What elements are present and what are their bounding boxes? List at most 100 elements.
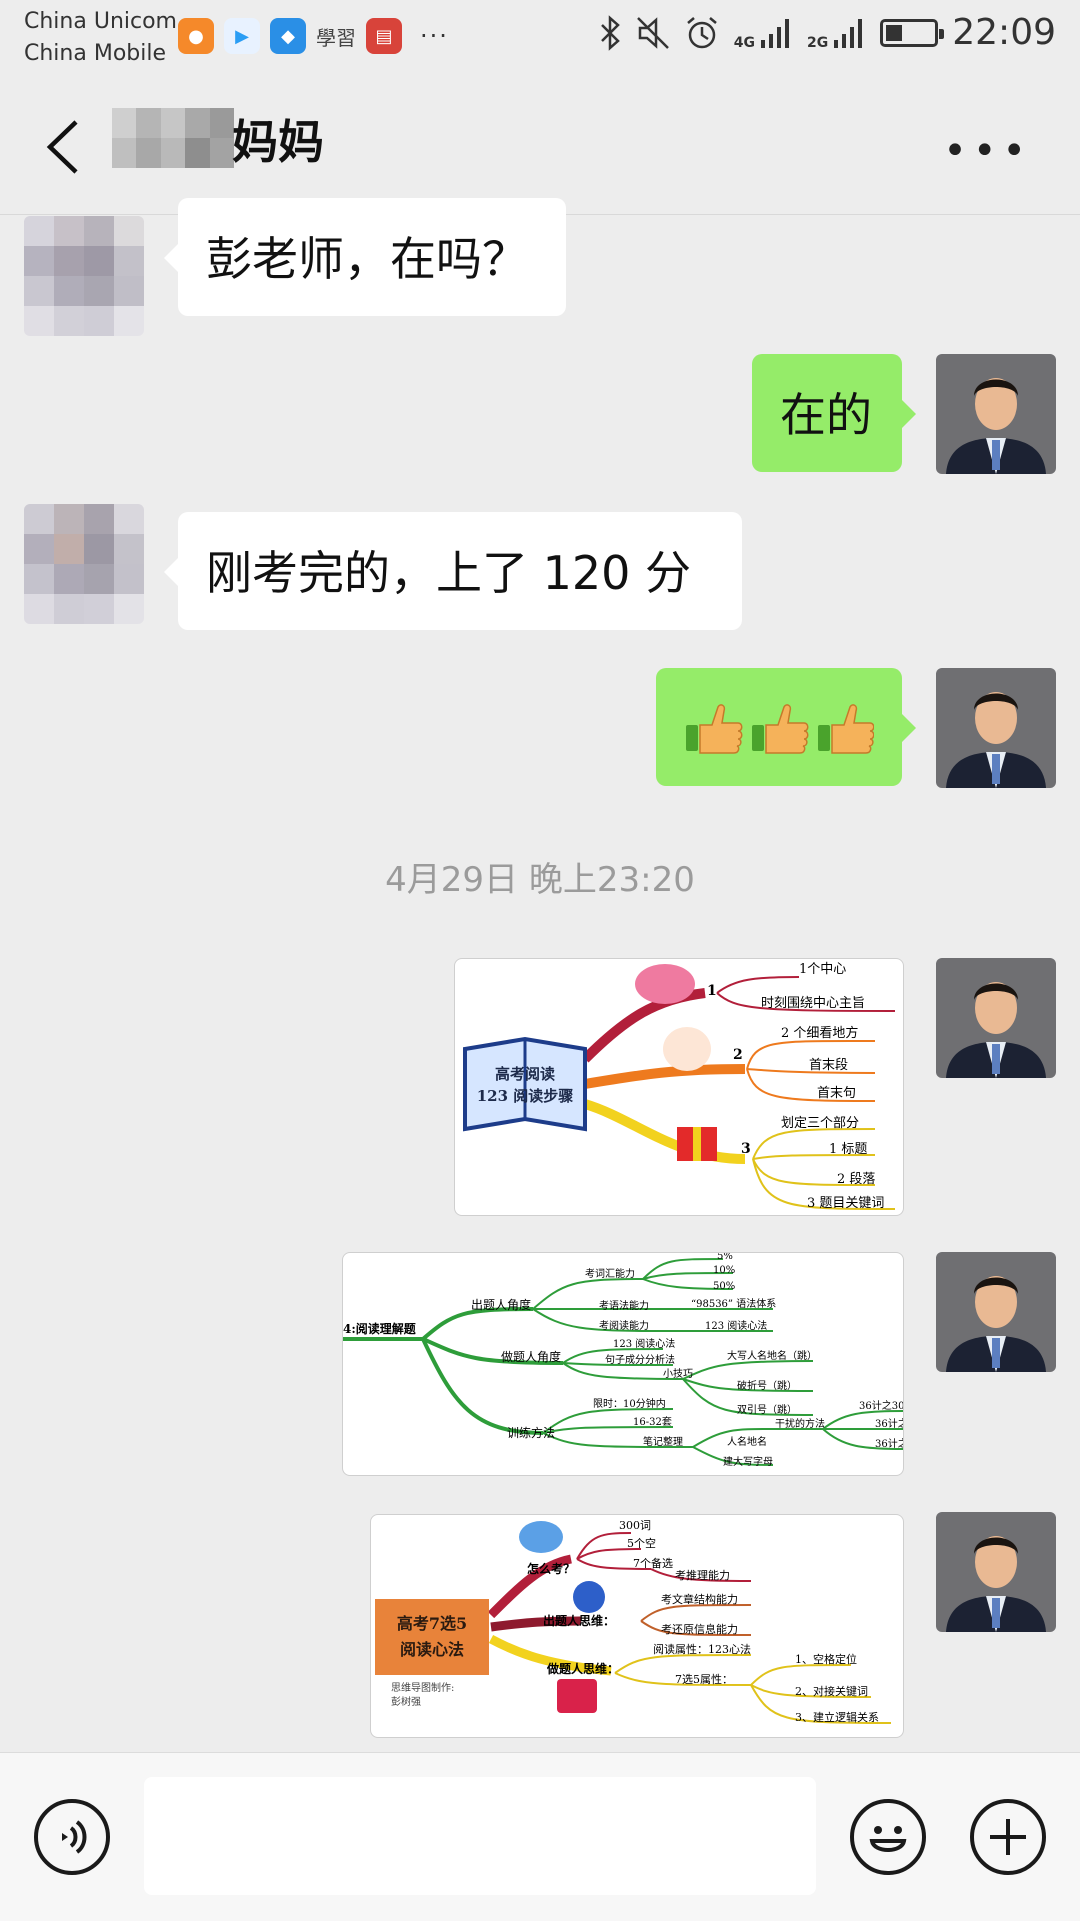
alarm-icon — [686, 16, 717, 48]
mindmap-image: 高考7选5 阅读心法 思维导图制作: 彭树强 怎么考？ 出题人思维： 做题人思维… — [375, 1519, 892, 1724]
mindmap-author-label: 思维导图制作: — [391, 1681, 454, 1694]
mindmap-leaf: 大写人名地名（跳） — [727, 1349, 817, 1362]
signal-4g: 4G — [734, 16, 793, 50]
plus-button[interactable] — [970, 1799, 1046, 1875]
message-input[interactable] — [144, 1777, 816, 1895]
mindmap-branch: 做题人思维： — [546, 1661, 619, 1676]
signal-icon — [834, 18, 863, 48]
signal-2g: 2G — [807, 16, 866, 50]
mindmap-center-1: 高考7选5 — [397, 1614, 467, 1633]
shield-app-icon: ◆ — [270, 18, 306, 54]
contact-avatar[interactable] — [24, 504, 144, 624]
mindmap-leaf: 36计之30 — [859, 1399, 903, 1412]
mindmap-leaf: 300词 — [619, 1519, 651, 1532]
cat-illustration-icon — [519, 1521, 563, 1553]
xuexi-app-icon: 學習 — [316, 25, 356, 50]
message-bubble-incoming[interactable]: 刚考完的，上了 120 分 — [164, 512, 742, 630]
chat-header: 妈妈 ••• — [0, 78, 1080, 215]
image-message-mindmap-1[interactable]: 高考阅读 123 阅读步骤 1 2 3 1个中心 时刻围绕中心主旨 2 个细看地… — [454, 958, 904, 1216]
person-avatar-icon — [936, 958, 1056, 1078]
person-avatar-icon — [936, 1252, 1056, 1372]
status-bar: China Unicom China Mobile ● ▶ ◆ 學習 ▤ ···… — [0, 0, 1080, 78]
mindmap-leaf: 双引号（跳） — [737, 1403, 797, 1416]
mindmap-leaf: 首末句 — [817, 1086, 856, 1101]
back-button[interactable] — [40, 118, 88, 176]
plus-icon — [990, 1819, 1026, 1855]
mindmap-leaf: 36计之 — [875, 1417, 903, 1430]
mindmap-leaf: 1个中心 — [799, 962, 846, 977]
mindmap-leaf: 小技巧 — [663, 1367, 693, 1380]
mindmap-leaf: 时刻围绕中心主旨 — [761, 996, 865, 1011]
mindmap-leaf: 5个空 — [627, 1536, 656, 1550]
mindmap-leaf: 5% — [717, 1253, 733, 1262]
self-avatar[interactable] — [936, 354, 1056, 474]
mindmap-leaf: 10% — [713, 1265, 735, 1276]
more-notifications-icon: ··· — [420, 22, 449, 50]
cat-illustration-icon — [635, 964, 695, 1004]
mindmap-leaf: 36计之 — [875, 1437, 903, 1450]
message-bubble-incoming[interactable]: 彭老师，在吗？ — [164, 198, 566, 316]
person-avatar-icon — [936, 1512, 1056, 1632]
signal-icon — [761, 18, 790, 48]
mute-icon — [636, 16, 669, 49]
mindmap-leaf: 限时：10分钟内 — [593, 1397, 666, 1410]
battery-icon — [880, 18, 945, 47]
contact-name-mosaic — [112, 108, 234, 168]
mindmap-leaf: 破折号（跳） — [737, 1379, 797, 1392]
person-avatar-icon — [936, 354, 1056, 474]
self-avatar[interactable] — [936, 958, 1056, 1078]
chat-title: 妈妈 — [232, 115, 324, 169]
cloud-illustration-icon — [663, 1027, 711, 1071]
mindmap-branch: 做题人角度 — [501, 1349, 561, 1364]
video-app-icon: ▶ — [224, 18, 260, 54]
message-bubble-outgoing[interactable]: 在的 — [752, 354, 916, 472]
emoji-icon — [869, 1826, 907, 1852]
mindmap-leaf: 123 阅读心法 — [705, 1319, 767, 1332]
globe-illustration-icon — [573, 1581, 605, 1613]
chat-timestamp: 4月29日 晚上23:20 — [385, 860, 695, 900]
message-bubble-outgoing[interactable] — [656, 668, 916, 786]
self-avatar[interactable] — [936, 668, 1056, 788]
mindmap-leaf: 2 段落 — [837, 1172, 875, 1187]
mindmap-leaf: 考推理能力 — [675, 1568, 730, 1582]
mindmap-branch: 出题人思维： — [543, 1613, 615, 1628]
self-avatar[interactable] — [936, 1512, 1056, 1632]
mindmap-branch: 出题人角度 — [471, 1297, 531, 1312]
self-avatar[interactable] — [936, 1252, 1056, 1372]
soul-app-icon: ● — [178, 18, 214, 54]
image-message-mindmap-2[interactable]: 4:阅读理解题 出题人角度 做题人角度 训练方法 考词汇能力 5% 10% 50… — [342, 1252, 904, 1476]
mindmap-branch: 2 — [733, 1047, 743, 1063]
voice-button[interactable] — [34, 1799, 110, 1875]
mindmap-leaf: 3、建立逻辑关系 — [795, 1710, 879, 1724]
emoji-button[interactable] — [850, 1799, 926, 1875]
mindmap-leaf: 123 阅读心法 — [613, 1337, 675, 1350]
mindmap-leaf: 阅读属性：123心法 — [653, 1642, 751, 1656]
chat-input-bar — [0, 1752, 1080, 1921]
person-avatar-icon — [936, 668, 1056, 788]
notification-icons: ● ▶ ◆ 學習 ▤ ··· — [178, 18, 449, 54]
mindmap-leaf: 16-32套 — [633, 1415, 672, 1428]
mindmap-center-1: 高考阅读 — [495, 1065, 555, 1083]
more-icon[interactable]: ••• — [943, 128, 1032, 174]
mindmap-branch: 3 — [741, 1141, 751, 1157]
mindmap-author-name: 彭树强 — [391, 1695, 421, 1708]
voice-icon — [62, 1820, 87, 1854]
mindmap-leaf: 考词汇能力 — [585, 1267, 635, 1280]
mindmap-leaf: 干扰的方法 — [775, 1417, 825, 1430]
mindmap-branch: 训练方法 — [507, 1425, 555, 1440]
image-message-mindmap-3[interactable]: 高考7选5 阅读心法 思维导图制作: 彭树强 怎么考？ 出题人思维： 做题人思维… — [370, 1514, 904, 1738]
clock: 22:09 — [952, 12, 1056, 53]
mindmap-leaf: “98536” 语法体系 — [691, 1297, 776, 1310]
mindmap-leaf: 人名地名 — [727, 1435, 767, 1448]
heart-box-illustration-icon — [557, 1679, 597, 1713]
mindmap-leaf: 1、空格定位 — [795, 1652, 857, 1666]
mindmap-center-2: 123 阅读步骤 — [477, 1087, 574, 1105]
mindmap-leaf: 笔记整理 — [643, 1435, 683, 1448]
mindmap-leaf: 7选5属性： — [675, 1672, 733, 1686]
mindmap-leaf: 考文章结构能力 — [661, 1592, 738, 1606]
mindmap-leaf: 划定三个部分 — [781, 1116, 859, 1131]
mindmap-leaf: 考阅读能力 — [599, 1319, 649, 1332]
mindmap-branch: 1 — [707, 983, 717, 999]
mindmap-leaf: 2 个细看地方 — [781, 1025, 858, 1041]
contact-avatar[interactable] — [24, 216, 144, 336]
